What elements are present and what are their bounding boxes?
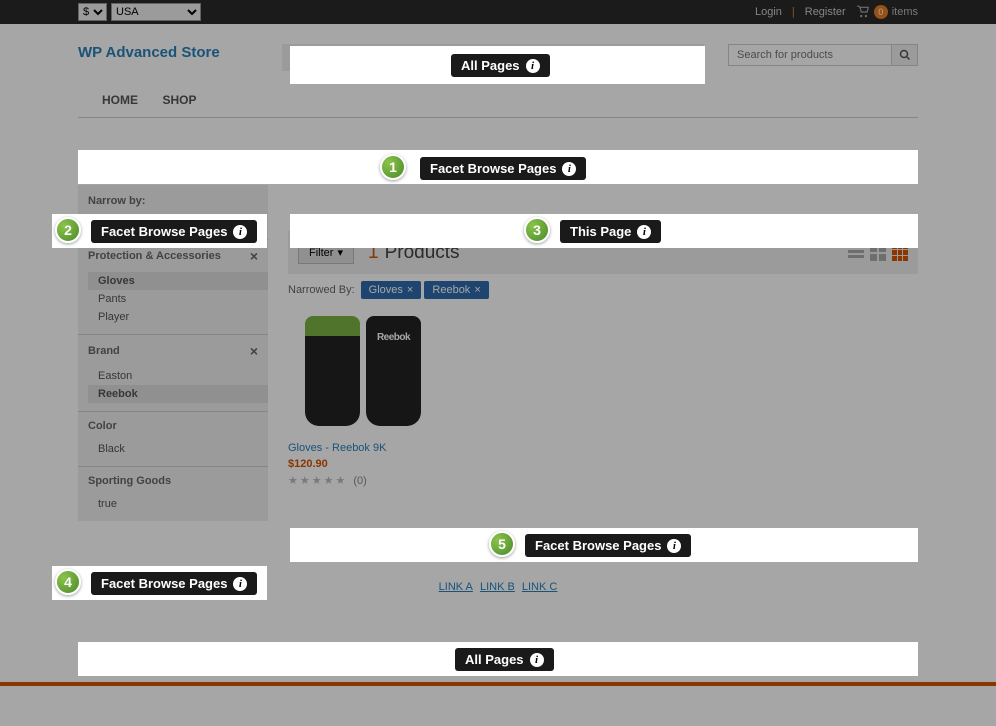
close-icon[interactable]: × [474,284,480,296]
badge-1: 1 [380,154,406,180]
badge-4: 4 [55,569,81,595]
facet-item[interactable]: true [98,495,258,513]
pill-all-pages-bottom[interactable]: All Pages i [455,648,554,671]
facet-group: Protection & Accessories × GlovesPantsPlay… [78,239,268,334]
facet-group: Brand × EastonReebok [78,334,268,411]
register-link[interactable]: Register [805,6,846,18]
star-icon: ★ [312,474,322,487]
star-icon: ★ [300,474,310,487]
facet-header[interactable]: Brand × [78,335,268,367]
footer-link-a[interactable]: LINK A [439,581,473,593]
facet-item[interactable]: Reebok [88,385,268,403]
product-card[interactable]: Reebok Gloves - Reebok 9K $120.90 ★★★★★ … [288,306,438,487]
info-icon[interactable]: i [233,225,247,239]
topbar: $ USA Login | Register 0 items [0,0,996,24]
pill-zone-4[interactable]: Facet Browse Pages i [91,572,257,595]
pill-label: Facet Browse Pages [101,224,227,239]
facet-title: Protection & Accessories [88,250,221,262]
pill-label: All Pages [461,58,520,73]
facet-title: Color [88,420,117,432]
country-select[interactable]: USA [111,3,201,21]
close-icon[interactable]: × [250,343,258,359]
info-icon[interactable]: i [526,59,540,73]
narrowed-by: Narrowed By: Gloves× Reebok× [288,274,918,306]
divider: | [792,6,795,18]
pill-all-pages-top[interactable]: All Pages i [451,54,550,77]
cart-badge: 0 [874,5,888,19]
nav: HOME SHOP [78,91,918,118]
product-image: Reebok [288,306,438,436]
facet-item[interactable]: Player [98,308,258,326]
bottom-border [0,682,996,686]
info-icon[interactable]: i [233,577,247,591]
footer-link-c[interactable]: LINK C [522,581,557,593]
pill-label: This Page [570,224,631,239]
logo[interactable]: WP Advanced Store [78,44,258,61]
info-icon[interactable]: i [667,539,681,553]
search-input[interactable] [728,44,892,66]
badge-5: 5 [489,531,515,557]
pill-label: Facet Browse Pages [535,538,661,553]
facet-item[interactable]: Black [98,440,258,458]
facet-item[interactable]: Easton [98,367,258,385]
pill-zone-1[interactable]: Facet Browse Pages i [420,157,586,180]
currency-select[interactable]: $ [78,3,107,21]
pill-zone-3[interactable]: This Page i [560,220,661,243]
pill-zone-5[interactable]: Facet Browse Pages i [525,534,691,557]
badge-3: 3 [524,217,550,243]
pill-label: Facet Browse Pages [430,161,556,176]
star-icon: ★ [288,474,298,487]
facet-title: Sporting Goods [88,475,171,487]
pill-label: All Pages [465,652,524,667]
info-icon[interactable]: i [637,225,651,239]
pill-label: Facet Browse Pages [101,576,227,591]
close-icon[interactable]: × [407,284,413,296]
pill-zone-2[interactable]: Facet Browse Pages i [91,220,257,243]
review-count: (0) [353,475,366,487]
close-icon[interactable]: × [250,248,258,264]
badge-2: 2 [55,217,81,243]
search-button[interactable] [892,44,918,66]
facet-item[interactable]: Pants [98,290,258,308]
footer-link-b[interactable]: LINK B [480,581,515,593]
product-brand-overlay: Reebok [366,332,421,343]
nav-home[interactable]: HOME [102,93,138,107]
filter-tag[interactable]: Gloves× [361,281,422,299]
filter-tag[interactable]: Reebok× [424,281,488,299]
facet-header[interactable]: Color [78,412,268,440]
cart-icon [856,5,870,19]
narrowed-by-label: Narrowed By: [288,284,355,296]
facet-item[interactable]: Gloves [88,272,268,290]
nav-shop[interactable]: SHOP [162,93,196,107]
cart[interactable]: 0 items [856,5,918,19]
facet-header[interactable]: Sporting Goods [78,467,268,495]
facet-title: Brand [88,345,120,357]
cart-text: items [892,6,918,18]
search-icon [899,49,911,61]
product-name[interactable]: Gloves - Reebok 9K [288,442,438,454]
star-icon: ★ [324,474,334,487]
star-icon: ★ [336,474,346,487]
info-icon[interactable]: i [562,162,576,176]
info-icon[interactable]: i [530,653,544,667]
login-link[interactable]: Login [755,6,782,18]
filter-label: Filter [309,247,333,259]
product-price: $120.90 [288,458,438,470]
facet-group: Color Black [78,411,268,466]
product-rating: ★★★★★ (0) [288,474,438,487]
narrow-by-label: Narrow by: [88,195,258,207]
facet-group: Sporting Goods true [78,466,268,521]
